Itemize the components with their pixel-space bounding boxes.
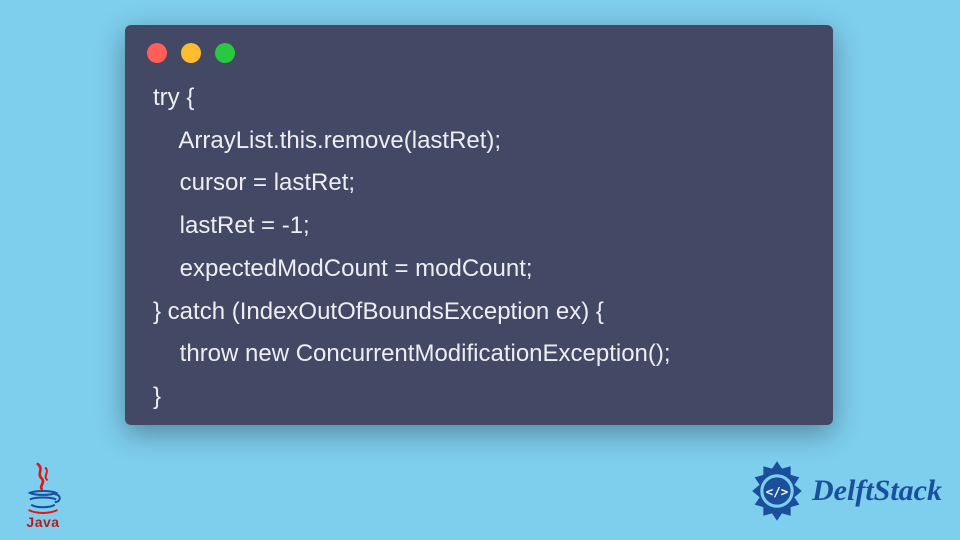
- java-logo-label: Java: [26, 514, 59, 530]
- delftstack-emblem-icon: </>: [746, 460, 808, 522]
- delftstack-logo-label: DelftStack: [812, 474, 942, 508]
- code-block: try { ArrayList.this.remove(lastRet); cu…: [125, 69, 833, 439]
- java-logo: Java: [18, 460, 68, 530]
- traffic-light-red-icon: [147, 43, 167, 63]
- traffic-light-green-icon: [215, 43, 235, 63]
- svg-text:</>: </>: [766, 484, 788, 499]
- traffic-lights: [125, 25, 833, 69]
- delftstack-logo: </> DelftStack: [746, 460, 942, 522]
- java-cup-icon: [22, 460, 64, 518]
- traffic-light-yellow-icon: [181, 43, 201, 63]
- code-window: try { ArrayList.this.remove(lastRet); cu…: [125, 25, 833, 425]
